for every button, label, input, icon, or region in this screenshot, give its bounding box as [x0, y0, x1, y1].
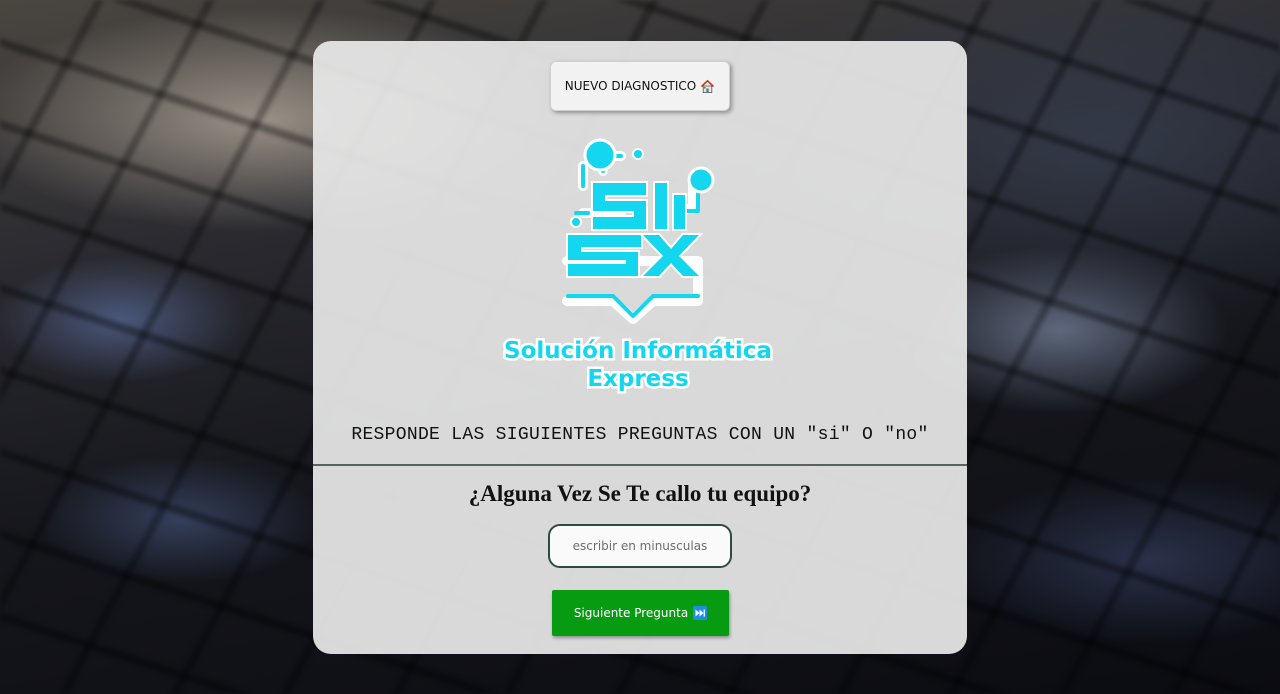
question-text: ¿Alguna Vez Se Te callo tu equipo? [468, 481, 812, 506]
instructions-text: RESPONDE LAS SIGUIENTES PREGUNTAS CON UN… [351, 425, 929, 445]
next-question-button[interactable]: Siguiente Pregunta [552, 590, 729, 636]
house-icon [700, 79, 715, 94]
fast-forward-icon [693, 606, 708, 620]
new-diagnosis-button[interactable]: NUEVO DIAGNOSTICO [550, 61, 730, 111]
new-diagnosis-label: NUEVO DIAGNOSTICO [564, 79, 697, 93]
divider [313, 464, 967, 466]
answer-input[interactable] [548, 524, 732, 568]
logo: Solución Informática Express [493, 131, 783, 401]
logo-line1: Solución Informática [504, 338, 772, 364]
diagnostic-card: NUEVO DIAGNOSTICO Solución Informática E… [313, 41, 967, 654]
logo-line2: Express [587, 366, 688, 392]
next-question-label: Siguiente Pregunta [573, 606, 689, 620]
